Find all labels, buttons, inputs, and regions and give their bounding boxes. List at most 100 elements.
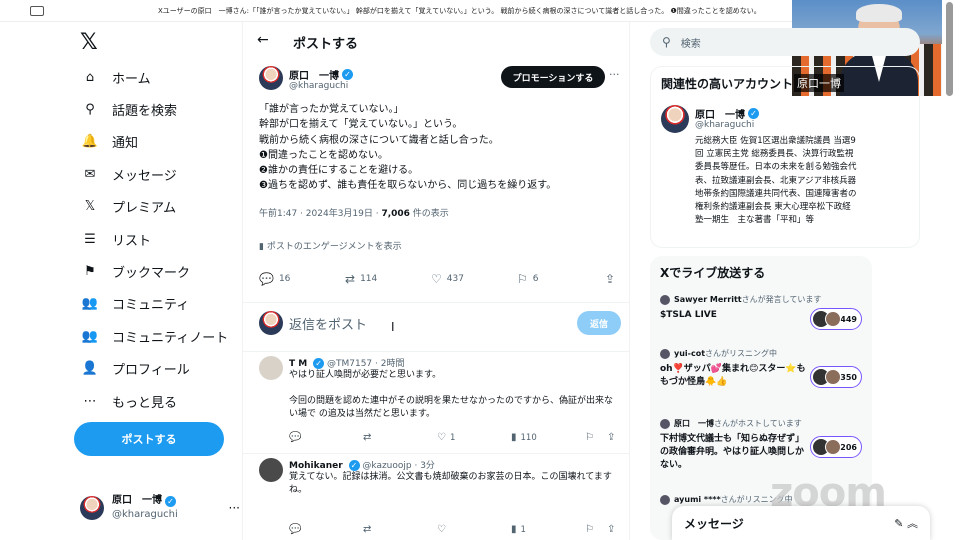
account-name[interactable]: 原口 一博 xyxy=(695,106,745,121)
nav-item[interactable]: ⋯ もっと見る xyxy=(80,386,178,416)
post-timestamp[interactable]: 午前1:47 · 2024年3月19日 · xyxy=(259,209,381,219)
nav-item[interactable]: 👤 プロフィール xyxy=(80,354,190,384)
post-line: 幹部が口を揃えて「覚えていない。」という。 xyxy=(259,119,463,131)
verified-badge-icon: ✓ xyxy=(342,69,353,80)
nav-item[interactable]: ⚑ ブックマーク xyxy=(80,256,190,286)
reply-action[interactable]: 💬 16 xyxy=(259,272,290,286)
reply-handle: @kazuoojp · 3分 xyxy=(362,461,435,471)
live-space-item[interactable]: 原口 一博 さんがホストしています 下村博文代議士も「知らぬ存ぜず」の政倫審弁明。や… xyxy=(660,418,866,472)
views-count: 110 xyxy=(520,432,537,443)
community-icon: 👥 xyxy=(81,296,99,312)
screen-share-icon[interactable] xyxy=(30,6,44,16)
chart-icon: ▮ xyxy=(511,524,517,535)
verified-badge-icon: ✓ xyxy=(313,358,325,369)
nav-item[interactable]: 👥 コミュニティ xyxy=(80,289,189,319)
listener-count-pill[interactable]: +449 xyxy=(810,308,862,330)
share-icon: ⇪ xyxy=(607,524,616,535)
reply-name[interactable]: T M xyxy=(289,359,307,369)
repost-action[interactable]: ⇄ xyxy=(363,432,375,443)
more-options-icon[interactable]: ··· xyxy=(229,501,240,515)
nav-item[interactable]: ⚲ 話題を検索 xyxy=(80,94,177,124)
nav-item[interactable]: 🔔 通知 xyxy=(80,127,138,157)
share-action[interactable]: ⇪ xyxy=(605,272,620,286)
profile-icon: 👤 xyxy=(81,361,99,377)
x-logo-icon[interactable]: 𝕏 xyxy=(80,30,98,55)
live-space-item[interactable]: yui-cot さんがリスニング中 oh❣️ザッパ💕集まれ😊スター⭐ももづか怪鳥🐥👍… xyxy=(660,348,866,389)
bookmark-action[interactable]: ⚐ 6 xyxy=(517,272,539,286)
reply-item[interactable]: Mohikaner ✓ @kazuoojp · 3分 覚えてない。記録は抹消。公文… xyxy=(243,454,629,540)
avatar xyxy=(259,311,283,335)
reply-item[interactable]: T M ✓ @TM7157 · 2時間 やはり証人喚問が必要だと思います。 今回の… xyxy=(243,352,629,454)
back-arrow-icon[interactable]: ← xyxy=(257,32,269,48)
reply-count: 16 xyxy=(278,274,291,284)
nav-item[interactable]: 𝕏 プレミアム xyxy=(80,192,176,222)
more-icon[interactable]: ··· xyxy=(609,68,620,81)
heart-icon: ♡ xyxy=(437,524,446,535)
listener-count-pill[interactable]: +206 xyxy=(810,436,862,458)
reply-avatar[interactable] xyxy=(259,458,283,482)
promote-button[interactable]: プロモーションする xyxy=(501,66,605,88)
live-space-item[interactable]: Sawyer Merritt さんが発言しています $TSLA LIVE +449 xyxy=(660,294,866,330)
search-input[interactable]: 検索 xyxy=(681,35,701,50)
like-action[interactable]: ♡ 1 xyxy=(437,432,455,443)
listener-count-pill[interactable]: +350 xyxy=(810,366,862,388)
engagement-link[interactable]: ▮ ポストのエンゲージメントを表示 xyxy=(259,239,402,252)
reply-text: 覚えてない。記録は抹消。公文書も焼却破棄のお家芸の日本。この国壊れてますね。 xyxy=(289,472,612,495)
post-line: 「誰が言ったか覚えていない。」 xyxy=(259,104,404,115)
post-button[interactable]: ポストする xyxy=(74,422,224,456)
reply-name[interactable]: Mohikaner xyxy=(289,461,343,471)
space-title: 下村博文代議士も「知らぬ存ぜず」の政倫審弁明。やはり証人喚問しかない。 xyxy=(660,434,805,470)
views-action[interactable]: ▮ 1 xyxy=(511,524,526,535)
repost-icon: ⇄ xyxy=(363,432,372,443)
reply-actions: 💬 ⇄ ♡ 1 ▮ 110 ⚐ ⇪ xyxy=(289,432,621,446)
nav-item[interactable]: ✉ メッセージ xyxy=(80,159,177,189)
bookmark-icon: ⚐ xyxy=(585,524,594,535)
messages-drawer[interactable]: メッセージ ✎ ︽ xyxy=(672,506,930,540)
nav-item[interactable]: 👥 コミュニティノート xyxy=(80,321,228,351)
post-line: 戦前から続く病根の深さについて識者と話し合った。 xyxy=(259,134,499,146)
compose-expand-icon[interactable]: ✎ ︽ xyxy=(894,515,918,531)
live-title: Xでライブ放送する xyxy=(660,266,766,280)
views-count: 1 xyxy=(520,524,526,535)
repost-action[interactable]: ⇄ xyxy=(363,524,375,535)
notes-icon: 👥 xyxy=(81,328,99,344)
author-name[interactable]: 原口 一博 xyxy=(289,67,339,82)
post-line: ❸過ちを認めず、誰も責任を取らないから、同じ過ちを繰り返す。 xyxy=(259,180,557,192)
reply-input[interactable]: 返信をポスト xyxy=(289,314,367,333)
bookmark-action[interactable]: ⚐ xyxy=(585,432,598,443)
reply-avatar[interactable] xyxy=(259,356,283,380)
author-avatar[interactable] xyxy=(259,66,283,90)
nav-label: リスト xyxy=(112,233,152,249)
account-handle[interactable]: @kharaguchi xyxy=(695,120,754,130)
host-name: yui-cot xyxy=(674,349,706,358)
bookmark-count: 6 xyxy=(532,274,539,284)
reply-action[interactable]: 💬 xyxy=(289,524,305,535)
like-action[interactable]: ♡ xyxy=(437,524,450,535)
bookmark-action[interactable]: ⚐ xyxy=(585,524,598,535)
host-name: ayumi **** xyxy=(674,495,721,504)
share-action[interactable]: ⇪ xyxy=(607,432,619,443)
repost-action[interactable]: ⇄ 114 xyxy=(345,272,377,286)
account-switcher[interactable]: 原口 一博 ✓ @kharaguchi ··· xyxy=(80,494,240,522)
repost-count: 114 xyxy=(360,274,378,284)
reply-button[interactable]: 返信 xyxy=(577,311,621,335)
account-avatar[interactable] xyxy=(661,105,689,133)
post-header: ← ポストする xyxy=(243,22,629,60)
views-action[interactable]: ▮ 110 xyxy=(511,432,537,443)
like-action[interactable]: ♡ 437 xyxy=(431,272,464,286)
post-actions: 💬 16 ⇄ 114 ♡ 437 ⚐ 6 ⇪ xyxy=(259,272,621,290)
reply-action[interactable]: 💬 xyxy=(289,432,305,443)
search-bar[interactable]: ⚲ 検索 xyxy=(650,28,920,56)
host-status: さんがリスニング中 xyxy=(705,349,778,358)
nav-label: 話題を検索 xyxy=(112,103,178,119)
search-icon: ⚲ xyxy=(662,35,671,49)
share-action[interactable]: ⇪ xyxy=(607,524,619,535)
scrollbar[interactable] xyxy=(942,0,960,540)
nav-label: メッセージ xyxy=(112,168,177,184)
nav-item[interactable]: ⌂ ホーム xyxy=(80,62,151,92)
list-icon: ☰ xyxy=(84,231,96,247)
nav-item[interactable]: ☰ リスト xyxy=(80,224,151,254)
author-handle[interactable]: @kharaguchi xyxy=(289,81,348,91)
scrollbar-thumb[interactable] xyxy=(946,2,953,96)
host-avatar xyxy=(660,294,670,305)
